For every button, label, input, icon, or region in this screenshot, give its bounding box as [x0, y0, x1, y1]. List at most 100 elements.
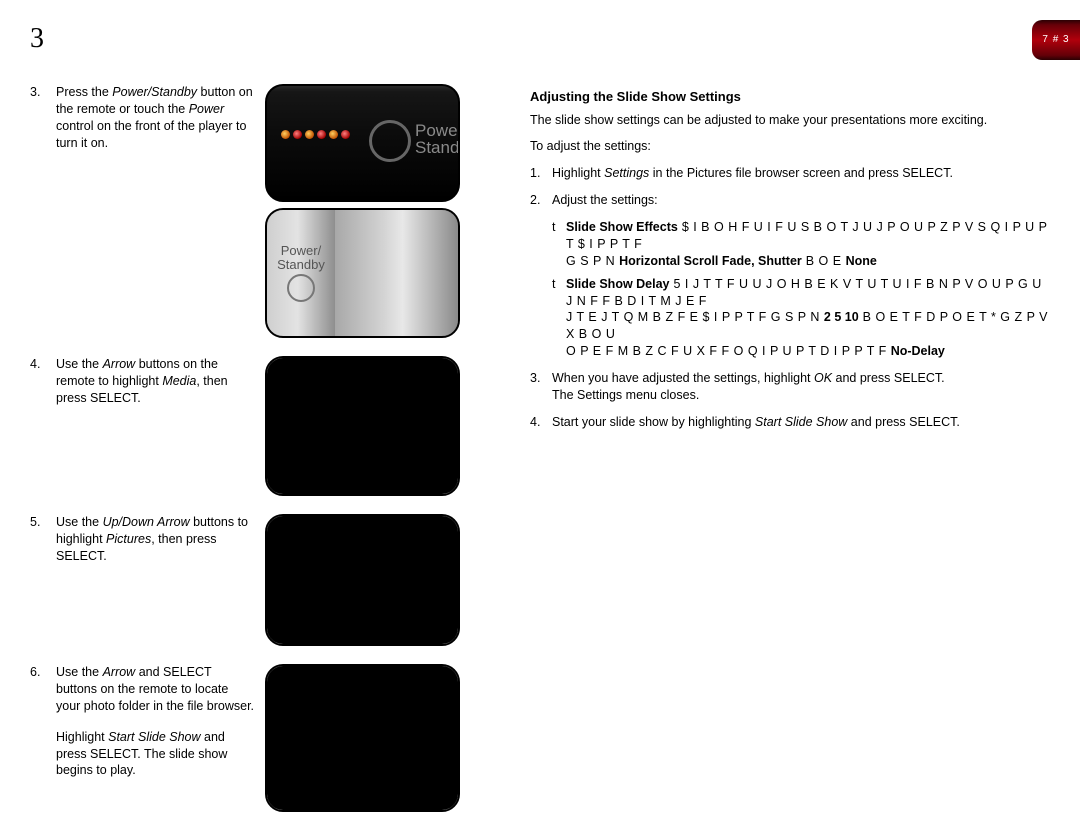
delay-values: 2 5 10: [824, 310, 859, 324]
t: Use the: [56, 357, 103, 371]
left-row-step3: 3. Press the Power/Standby button on the…: [30, 84, 500, 338]
left-row-step6: 6. Use the Arrow and SELECT buttons on t…: [30, 664, 500, 812]
arrow-label: Arrow: [103, 357, 136, 371]
right-column: Adjusting the Slide Show Settings The sl…: [530, 88, 1050, 441]
step5-figure: [265, 514, 480, 646]
start-slide-label: Start Slide Show: [755, 415, 847, 429]
t: in the Pictures file browser screen and …: [649, 166, 902, 180]
lead-text: To adjust the settings:: [530, 138, 1050, 155]
t: Highlight: [552, 166, 604, 180]
select-label: SELECT: [56, 549, 103, 563]
bullet-effects-body: Slide Show Effects $ I B O H F U I F U S…: [566, 219, 1050, 270]
device-render: Power/ Standby: [267, 86, 458, 200]
fade-shutter-label: Fade, Shutter: [718, 254, 801, 268]
rstep1-body: Highlight Settings in the Pictures file …: [552, 165, 1050, 182]
ui-power-line1: Power/: [281, 244, 321, 258]
step5: 5. Use the Up/Down Arrow buttons to high…: [30, 514, 255, 565]
rstep3: 3. When you have adjusted the settings, …: [530, 370, 1050, 404]
bullet-dot: t: [552, 276, 566, 360]
rstep3-body: When you have adjusted the settings, hig…: [552, 370, 1050, 404]
figure-ui-pictures: [265, 514, 460, 646]
settings-label: Settings: [604, 166, 649, 180]
select-label: SELECT: [163, 665, 211, 679]
start-slide-label: Start Slide Show: [108, 730, 200, 744]
t: The Settings menu closes.: [552, 388, 699, 402]
ok-label: OK: [814, 371, 832, 385]
l2: Standby: [415, 138, 460, 157]
left-row-step5: 5. Use the Up/Down Arrow buttons to high…: [30, 514, 500, 646]
t: Press the: [56, 85, 112, 99]
power-label: Power: [189, 102, 224, 116]
select-label: SELECT: [90, 391, 137, 405]
t: When you have adjusted the settings, hig…: [552, 371, 814, 385]
left-row-step4: 4. Use the Arrow buttons on the remote t…: [30, 356, 500, 496]
ui-sidebar: Power/ Standby: [267, 210, 335, 336]
rstep2: 2. Adjust the settings:: [530, 192, 1050, 209]
ui-render: [267, 358, 458, 494]
slide-show-effects-label: Slide Show Effects: [566, 220, 678, 234]
step3-num: 3.: [30, 84, 56, 152]
select-label: SELECT: [909, 415, 956, 429]
t: and press: [832, 371, 894, 385]
step4: 4. Use the Arrow buttons on the remote t…: [30, 356, 255, 407]
step3: 3. Press the Power/Standby button on the…: [30, 84, 255, 152]
t: .: [956, 415, 959, 429]
step6-figure: [265, 664, 480, 812]
t: , then press: [151, 532, 216, 546]
step5-text: 5. Use the Up/Down Arrow buttons to high…: [30, 514, 265, 565]
device-ports: [281, 130, 350, 139]
figure-device: Power/ Standby: [265, 84, 460, 202]
rstep3-num: 3.: [530, 370, 552, 404]
garbled-text: B O E: [802, 254, 846, 268]
rstep2-body: Adjust the settings:: [552, 192, 1050, 209]
device-power-label: Power/ Standby: [415, 122, 460, 156]
slide-show-delay-label: Slide Show Delay: [566, 277, 670, 291]
t: and press: [847, 415, 909, 429]
rstep1-num: 1.: [530, 165, 552, 182]
page-tab: 7 # 3: [1032, 20, 1080, 60]
rstep4: 4. Start your slide show by highlighting…: [530, 414, 1050, 431]
t: and: [135, 665, 163, 679]
step6-body: Use the Arrow and SELECT buttons on the …: [56, 664, 255, 715]
t: .: [949, 166, 952, 180]
garbled-text: J T E J T Q M B Z F E $ I P P T F G S P …: [566, 310, 824, 324]
updown-label: Up/Down Arrow: [103, 515, 190, 529]
step4-num: 4.: [30, 356, 56, 407]
media-label: Media: [162, 374, 196, 388]
bullet-delay-body: Slide Show Delay 5 I J T T F U U J O H B…: [566, 276, 1050, 360]
ui-render: Power/ Standby: [267, 210, 458, 336]
select-label: SELECT: [90, 747, 137, 761]
rstep4-num: 4.: [530, 414, 552, 431]
bullet-effects: t Slide Show Effects $ I B O H F U I F U…: [530, 219, 1050, 270]
t: .: [103, 549, 106, 563]
select-label: SELECT: [894, 371, 941, 385]
step4-body: Use the Arrow buttons on the remote to h…: [56, 356, 255, 407]
section-heading: Adjusting the Slide Show Settings: [530, 88, 1050, 106]
step6-text: 6. Use the Arrow and SELECT buttons on t…: [30, 664, 265, 779]
nodelay-label: No-Delay: [891, 344, 945, 358]
step6-para2: Highlight Start Slide Show and press SEL…: [30, 729, 255, 780]
step3-text: 3. Press the Power/Standby button on the…: [30, 84, 265, 152]
t: Use the: [56, 665, 103, 679]
ui-main: [335, 210, 458, 336]
bullet-delay: t Slide Show Delay 5 I J T T F U U J O H…: [530, 276, 1050, 360]
figure-ui-power: Power/ Standby: [265, 208, 460, 338]
step5-num: 5.: [30, 514, 56, 565]
t: Highlight: [56, 730, 108, 744]
power-icon: [287, 274, 315, 302]
step4-text: 4. Use the Arrow buttons on the remote t…: [30, 356, 265, 407]
bullet-dot: t: [552, 219, 566, 270]
t: .: [941, 371, 944, 385]
left-column: 3. Press the Power/Standby button on the…: [30, 84, 500, 830]
ui-render: [267, 516, 458, 644]
intro-text: The slide show settings can be adjusted …: [530, 112, 1050, 129]
page-ornament: 3: [30, 25, 58, 53]
hscroll-label: Horizontal Scroll: [619, 254, 718, 268]
step3-body: Press the Power/Standby button on the re…: [56, 84, 255, 152]
ui-power-line2: Standby: [277, 258, 325, 272]
none-label: None: [846, 254, 877, 268]
pictures-label: Pictures: [106, 532, 151, 546]
garbled-text: G S P N: [566, 254, 619, 268]
step3-figures: Power/ Standby Power/ Standby: [265, 84, 480, 338]
garbled-text: O P E F M B Z C F U X F F O Q I P U P T …: [566, 344, 891, 358]
